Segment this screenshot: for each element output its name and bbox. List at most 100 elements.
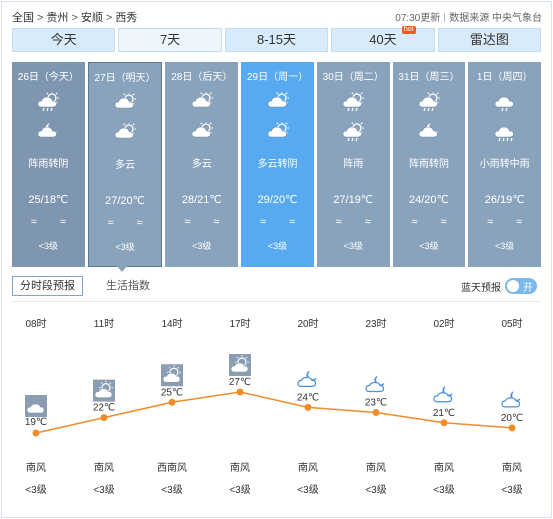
day-temperature: 29/20℃ — [257, 194, 298, 206]
moderate-rain-icon — [494, 122, 516, 142]
day-weather-desc: 阵雨转阴 — [408, 159, 449, 170]
tab-today[interactable]: 今天 — [12, 28, 116, 52]
day-temperature: 26/19℃ — [484, 194, 525, 206]
forecast-tabs: 今天 7天 8-15天 40天 hot 雷达图 — [12, 26, 542, 52]
hour-wind-level: <3级 — [25, 484, 46, 496]
day-wind-level: <3级 — [267, 241, 288, 251]
day-wind-level: <3级 — [115, 242, 135, 252]
hour-wind-direction: 南风 — [298, 461, 318, 474]
hour-wind-level: <3级 — [93, 484, 114, 496]
divider — [444, 13, 446, 22]
hour-temperature: 27℃ — [229, 377, 251, 388]
day-wind-level: <3级 — [495, 241, 515, 251]
day-wind-level: <3级 — [192, 241, 212, 251]
temperature-point — [372, 409, 380, 416]
cloudy-night-icon — [297, 370, 317, 387]
hour-temperature: 23℃ — [365, 398, 387, 409]
temperature-point — [100, 414, 108, 422]
hourly-temperature-chart: 08时 19℃ 南风 <3级 11时 22℃ 南风 <3级 14时 25℃ 西南风 <3级 17时 27℃… — [25, 318, 523, 496]
wind-direction-icon: ≈ ≈ — [184, 216, 230, 228]
wind-direction-icon: ≈ ≈ — [107, 217, 153, 229]
day-weather-desc: 阵雨 — [343, 159, 364, 170]
overcast-icon — [25, 395, 47, 417]
temperature-point — [508, 424, 516, 432]
breadcrumb: 全国 > 贵州 > 安顺 > 西秀 — [12, 9, 137, 25]
breadcrumb-separator: > — [105, 12, 113, 24]
tab-7-days[interactable]: 7天 — [118, 28, 222, 52]
day-card[interactable]: 31日（周三） 阵雨转阴 24/20℃ ≈ ≈ <3级 — [392, 62, 466, 267]
tab-8-15-days[interactable]: 8-15天 — [224, 28, 329, 52]
day-card[interactable]: 29日（周一） 多云转阴 29/20℃ ≈ ≈ <3级 — [241, 62, 314, 267]
hour-wind-level: <3级 — [501, 484, 522, 496]
wind-direction-icon: ≈ ≈ — [411, 216, 457, 228]
breadcrumb-separator: > — [37, 12, 44, 24]
cloudy-night-icon — [433, 386, 453, 403]
partly-cloudy-icon — [93, 379, 115, 402]
breadcrumb-country[interactable]: 全国 — [12, 12, 34, 24]
partly-cloudy-icon — [161, 364, 183, 387]
day-temperature: 24/20℃ — [409, 194, 449, 206]
hour-time: 14时 — [161, 318, 182, 330]
day-temperature: 27/19℃ — [333, 194, 374, 206]
cloudy-icon — [191, 90, 214, 112]
blue-sky-toggle[interactable]: 开 — [505, 278, 537, 294]
temperature-point — [32, 429, 40, 437]
day-date: 26日（今天） — [17, 72, 79, 83]
tab-radar[interactable]: 雷达图 — [437, 28, 542, 52]
day-temperature: 27/20℃ — [105, 195, 146, 207]
day-wind-level: <3级 — [343, 241, 363, 251]
toggle-state: 开 — [523, 283, 533, 294]
day-date: 1日（周四） — [476, 72, 533, 83]
hour-time: 05时 — [501, 318, 522, 330]
hour-wind-direction: 南风 — [502, 461, 522, 474]
partly-cloudy-night-icon — [418, 122, 440, 142]
day-card[interactable]: 30日（周二） 阵雨 27/19℃ ≈ ≈ <3级 — [316, 62, 390, 267]
breadcrumb-city[interactable]: 安顺 — [81, 12, 103, 24]
hour-time: 17时 — [229, 318, 250, 330]
wind-direction-icon: ≈ ≈ — [335, 216, 381, 228]
hour-temperature: 22℃ — [93, 403, 115, 414]
temperature-point — [236, 388, 244, 396]
hour-wind-level: <3级 — [433, 484, 454, 496]
day-date: 27日（明天） — [94, 73, 156, 84]
hour-wind-direction: 南风 — [230, 461, 250, 474]
hour-time: 08时 — [25, 318, 46, 330]
toggle-knob — [507, 280, 519, 292]
shower-icon — [342, 120, 365, 142]
cloudy-icon — [267, 120, 290, 142]
breadcrumb-province[interactable]: 贵州 — [46, 12, 68, 24]
sub-tabs: 分时段预报 生活指数 蓝天预报 开 — [12, 276, 541, 296]
cloudy-icon — [191, 120, 214, 142]
breadcrumb-district[interactable]: 西秀 — [115, 12, 137, 24]
temperature-point — [168, 398, 176, 406]
hot-badge: hot — [401, 26, 416, 34]
hour-time: 11时 — [94, 318, 114, 330]
cloudy-icon — [114, 121, 137, 143]
day-date: 29日（周一） — [246, 72, 309, 83]
day-weather-desc: 多云 — [115, 160, 136, 171]
day-card[interactable]: 1日（周四） 小雨转中雨 26/19℃ ≈ ≈ <3级 — [468, 62, 542, 267]
selected-day-pointer — [117, 266, 127, 272]
day-temperature: 28/21℃ — [181, 194, 222, 206]
hour-wind-level: <3级 — [297, 484, 318, 496]
day-weather-desc: 小雨转中雨 — [479, 159, 530, 170]
blue-sky-label: 蓝天预报 — [461, 283, 501, 294]
tab-40-days[interactable]: 40天 hot — [331, 26, 435, 52]
tab-life-index[interactable]: 生活指数 — [98, 276, 158, 296]
day-weather-desc: 阵雨转阴 — [28, 159, 69, 170]
day-card[interactable]: 28日（后天） 多云 28/21℃ ≈ ≈ <3级 — [165, 62, 239, 267]
hour-temperature: 21℃ — [433, 408, 455, 419]
day-card[interactable]: 26日（今天） 阵雨转阴 25/18℃ ≈ ≈ <3级 — [12, 62, 85, 267]
shower-icon — [418, 90, 441, 112]
breadcrumb-separator: > — [71, 12, 78, 24]
wind-direction-icon: ≈ ≈ — [259, 216, 306, 228]
daily-forecast: 26日（今天） 阵雨转阴 25/18℃ ≈ ≈ <3级 27日（明天） 多云 2… — [12, 62, 542, 267]
day-wind-level: <3级 — [419, 241, 439, 251]
wind-direction-icon: ≈ ≈ — [487, 216, 533, 228]
update-meta: 07:30更新 数据来源 中央气象台 — [395, 9, 542, 24]
hour-temperature: 19℃ — [25, 417, 47, 428]
tab-hourly-forecast[interactable]: 分时段预报 — [12, 276, 83, 296]
hour-wind-direction: 南风 — [434, 461, 454, 474]
day-date: 28日（后天） — [171, 72, 233, 83]
day-card[interactable]: 27日（明天） 多云 27/20℃ ≈ ≈ <3级 — [87, 62, 163, 267]
